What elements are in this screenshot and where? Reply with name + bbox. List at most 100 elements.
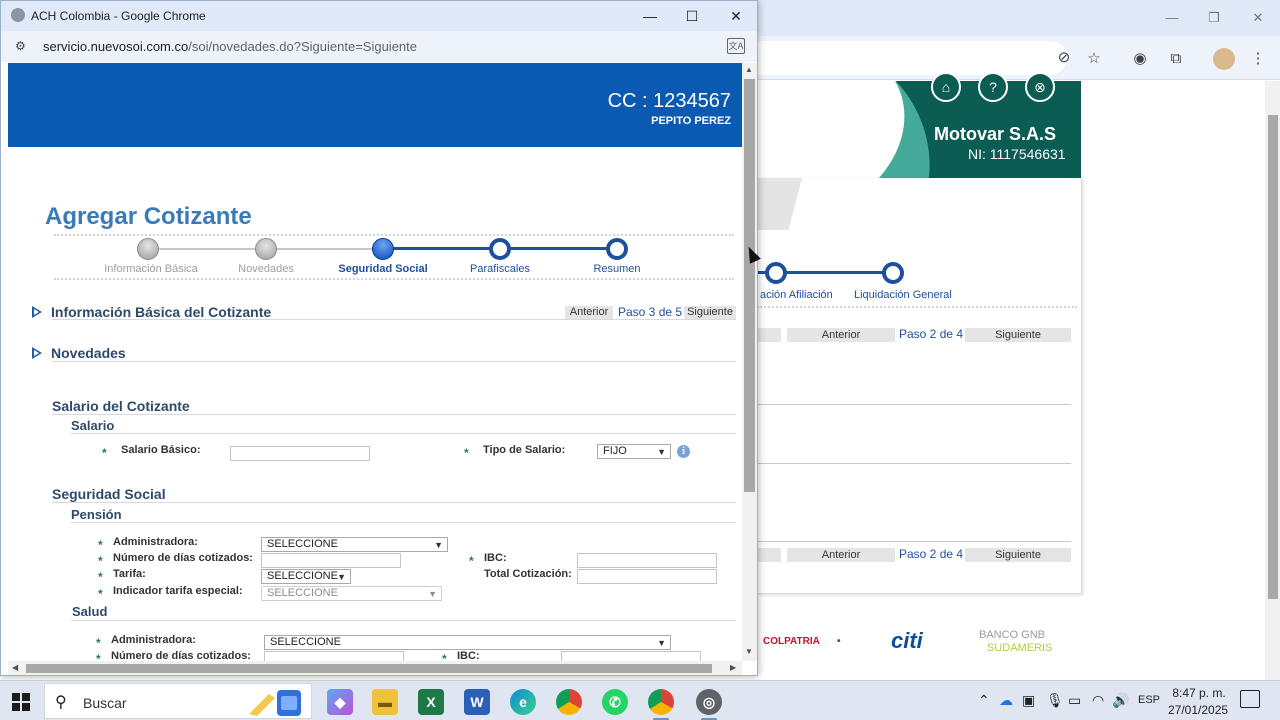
clock-time[interactable]: 8:47 p. m. bbox=[1172, 686, 1226, 700]
wifi-icon[interactable]: ◠ bbox=[1092, 692, 1104, 709]
site-settings-icon[interactable]: ⚙ bbox=[15, 39, 31, 53]
maximize-icon[interactable]: ☐ bbox=[677, 5, 707, 27]
taskbar: ⚲ Buscar ◆ ▬ X W e ✆ ◎ ⌃ ☁ ▣ 🎙 ▭ ◠ 🔊 ESP… bbox=[0, 680, 1280, 720]
whatsapp-icon[interactable]: ✆ bbox=[602, 689, 628, 715]
pension-tarifa-select[interactable]: SELECCIONE ▼ bbox=[261, 569, 351, 584]
popup-vertical-scroll-thumb[interactable] bbox=[744, 79, 755, 492]
help-icon[interactable]: ? bbox=[978, 72, 1008, 102]
bank-logos: COLPATRIA • citi BANCO GNB SUDAMERIS bbox=[757, 622, 1067, 662]
section-toggle-info-basica[interactable]: Información Básica del Cotizante bbox=[32, 304, 271, 320]
maximize-icon[interactable]: ❐ bbox=[1199, 8, 1229, 28]
taskbar-search[interactable]: ⚲ Buscar bbox=[44, 683, 312, 719]
background-scroll-thumb[interactable] bbox=[1268, 115, 1278, 599]
salario-basico-input[interactable] bbox=[230, 446, 370, 461]
chrome-icon[interactable] bbox=[556, 689, 582, 715]
notifications-icon[interactable] bbox=[1240, 690, 1260, 708]
close-circle-icon[interactable]: ⊗ bbox=[1025, 72, 1055, 102]
popup-url[interactable]: servicio.nuevosoi.com.co/soi/novedades.d… bbox=[43, 39, 417, 54]
minimize-icon[interactable]: — bbox=[635, 5, 665, 27]
close-icon[interactable]: ✕ bbox=[1243, 8, 1273, 28]
required-asterisk: * bbox=[98, 538, 103, 552]
record-icon[interactable]: ◉ bbox=[1129, 48, 1151, 70]
translate-icon[interactable]: 文A bbox=[727, 38, 745, 54]
scroll-right-icon[interactable]: ▶ bbox=[730, 663, 736, 672]
star-icon[interactable]: ☆ bbox=[1083, 48, 1105, 70]
step-dot-resumen[interactable] bbox=[606, 238, 628, 260]
select-value: SELECCIONE bbox=[270, 636, 341, 648]
chrome-app-icon[interactable]: ◎ bbox=[696, 689, 722, 715]
minimize-icon[interactable]: — bbox=[1157, 8, 1187, 28]
step-dot-novedades[interactable] bbox=[255, 238, 277, 260]
excel-icon[interactable]: X bbox=[418, 689, 444, 715]
url-path: /soi/novedades.do?Siguiente=Siguiente bbox=[188, 39, 417, 54]
section-title: Novedades bbox=[51, 345, 126, 361]
section-toggle-novedades[interactable]: Novedades bbox=[32, 345, 126, 361]
step-dot-parafiscales[interactable] bbox=[489, 238, 511, 260]
volume-icon[interactable]: 🔊 bbox=[1112, 692, 1129, 709]
background-anterior-button[interactable]: Anterior bbox=[787, 328, 895, 342]
battery-icon[interactable]: ▭ bbox=[1068, 692, 1081, 709]
popup-page-content: CC : 1234567 PEPITO PEREZ Agregar Cotiza… bbox=[8, 63, 742, 661]
windows-start-icon[interactable] bbox=[12, 693, 30, 711]
scroll-up-icon[interactable]: ▲ bbox=[745, 65, 753, 74]
info-icon[interactable]: i bbox=[677, 445, 690, 458]
pension-total-input[interactable] bbox=[577, 569, 717, 584]
onedrive-icon[interactable]: ☁ bbox=[999, 692, 1013, 709]
popup-titlebar[interactable]: ACH Colombia - Google Chrome — ☐ ✕ bbox=[1, 1, 757, 31]
pension-ibc-input[interactable] bbox=[577, 553, 717, 568]
background-anterior-button[interactable]: Anterior bbox=[787, 548, 895, 562]
menu-dots-icon[interactable]: ⋮ bbox=[1247, 48, 1269, 70]
profile-avatar-icon[interactable] bbox=[1213, 48, 1235, 70]
steps-divider-top bbox=[54, 234, 734, 236]
salud-ibc-input[interactable] bbox=[561, 651, 701, 661]
divider bbox=[71, 620, 736, 621]
tipo-salario-select[interactable]: FIJO ▼ bbox=[597, 444, 671, 459]
background-siguiente-button[interactable]: Siguiente bbox=[965, 328, 1071, 342]
microphone-icon[interactable]: 🎙 bbox=[1046, 692, 1064, 709]
chrome-profile-icon[interactable] bbox=[648, 689, 674, 715]
salud-dias-input[interactable] bbox=[264, 651, 404, 661]
anterior-button[interactable]: Anterior bbox=[565, 306, 613, 319]
step-dot-informacion-basica[interactable] bbox=[137, 238, 159, 260]
cotizante-name: PEPITO PEREZ bbox=[651, 115, 731, 127]
siguiente-button[interactable]: Siguiente bbox=[684, 306, 736, 319]
scroll-left-icon[interactable]: ◀ bbox=[12, 663, 18, 672]
pension-dias-input[interactable] bbox=[261, 553, 401, 568]
section-title: Información Básica del Cotizante bbox=[51, 304, 272, 320]
salario-basico-label: Salario Básico: bbox=[121, 444, 201, 456]
background-vertical-scrollbar[interactable] bbox=[1265, 81, 1280, 681]
clock-date[interactable]: 27/01/2025 bbox=[1168, 703, 1228, 717]
globe-icon bbox=[11, 8, 25, 22]
pension-indicador-select[interactable]: SELECCIONE ▼ bbox=[261, 586, 442, 601]
search-icon: ⚲ bbox=[55, 694, 67, 711]
language-indicator[interactable]: ESP bbox=[1138, 694, 1160, 706]
file-explorer-icon[interactable]: ▬ bbox=[372, 689, 398, 715]
show-hidden-icons-icon[interactable]: ⌃ bbox=[978, 692, 990, 709]
close-icon[interactable]: ✕ bbox=[721, 5, 751, 27]
pension-administradora-label: Administradora: bbox=[113, 536, 198, 548]
background-siguiente-button[interactable]: Siguiente bbox=[965, 548, 1071, 562]
background-step-dot bbox=[882, 262, 904, 284]
copilot-icon[interactable]: ◆ bbox=[327, 689, 353, 715]
chevron-down-icon: ▼ bbox=[337, 572, 346, 582]
popup-url-bar[interactable]: ⚙ servicio.nuevosoi.com.co/soi/novedades… bbox=[1, 31, 757, 62]
salario-cotizante-title: Salario del Cotizante bbox=[52, 398, 190, 414]
pension-administradora-select[interactable]: SELECCIONE ▼ bbox=[261, 537, 448, 552]
salud-administradora-select[interactable]: SELECCIONE ▼ bbox=[264, 635, 671, 650]
camera-off-icon[interactable]: ⊘ bbox=[1053, 47, 1075, 69]
scroll-down-icon[interactable]: ▼ bbox=[745, 647, 753, 656]
popup-horizontal-scrollbar[interactable]: ◀ ▶ bbox=[8, 661, 742, 675]
chevron-down-icon: ▼ bbox=[434, 540, 443, 550]
popup-horizontal-scroll-thumb[interactable] bbox=[26, 664, 712, 673]
divider bbox=[52, 502, 736, 503]
extensions-icon[interactable]: ⧉ bbox=[1165, 48, 1187, 70]
word-icon[interactable]: W bbox=[464, 689, 490, 715]
background-address-bar[interactable]: ⊘ bbox=[757, 41, 1070, 75]
sudameris-logo: SUDAMERIS bbox=[987, 642, 1053, 654]
step-dot-seguridad-social[interactable] bbox=[372, 238, 394, 260]
tray-app-icon[interactable]: ▣ bbox=[1022, 692, 1035, 709]
popup-vertical-scrollbar[interactable]: ▲ ▼ bbox=[742, 63, 757, 661]
expand-triangle-icon bbox=[32, 306, 42, 318]
edge-icon[interactable]: e bbox=[510, 689, 536, 715]
home-icon[interactable]: ⌂ bbox=[931, 72, 961, 102]
